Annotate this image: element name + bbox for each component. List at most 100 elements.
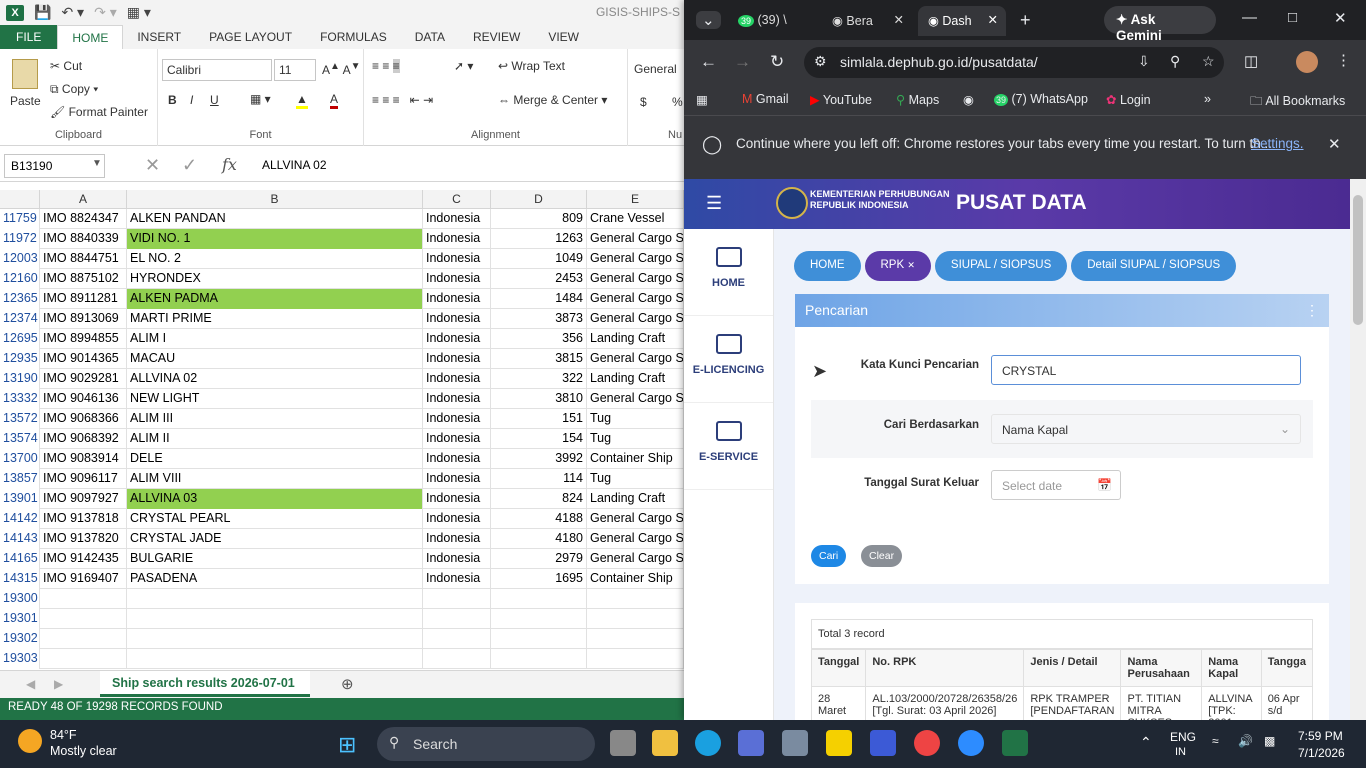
tab-search-icon[interactable]: ⌄ xyxy=(696,11,721,29)
table-row[interactable]: 13700 IMO 9083914 DELE Indonesia 3992 Contain… xyxy=(0,449,684,469)
cell-d[interactable] xyxy=(491,589,587,609)
tab-file[interactable]: FILE xyxy=(0,25,58,49)
font-color-icon[interactable]: A xyxy=(330,92,339,109)
crumb-detail-siupal[interactable]: Detail SIUPAL / SIOPSUS xyxy=(1071,251,1237,281)
zoom-app-icon[interactable] xyxy=(958,730,984,756)
row-header[interactable]: 13857 xyxy=(0,469,40,489)
cell-b[interactable]: CRYSTAL PEARL xyxy=(127,509,423,529)
globe-icon[interactable]: ◉ xyxy=(963,92,974,107)
table-row[interactable]: 19302 xyxy=(0,629,684,649)
app-icon[interactable] xyxy=(738,730,764,756)
column-header-c[interactable]: C xyxy=(423,190,491,209)
table-row[interactable]: 13332 IMO 9046136 NEW LIGHT Indonesia 3810 Ge… xyxy=(0,389,684,409)
table-row[interactable]: 13190 IMO 9029281 ALLVINA 02 Indonesia 322 La… xyxy=(0,369,684,389)
cell-c[interactable]: Indonesia xyxy=(423,429,491,449)
row-header[interactable]: 14143 xyxy=(0,529,40,549)
cell-e[interactable] xyxy=(587,589,684,609)
cell-d[interactable]: 3815 xyxy=(491,349,587,369)
copy-button[interactable]: ⧉ Copy ▾ xyxy=(50,82,98,97)
cell-e[interactable]: General Cargo S xyxy=(587,269,684,289)
cell-e[interactable]: General Cargo S xyxy=(587,509,684,529)
weather-desc[interactable]: Mostly clear xyxy=(50,744,117,758)
cell-d[interactable]: 4180 xyxy=(491,529,587,549)
crumb-rpk[interactable]: RPK ✕ xyxy=(864,251,931,281)
tab-whatsapp[interactable]: 39 (39) \ xyxy=(728,6,816,36)
cell-b[interactable] xyxy=(127,609,423,629)
profile-avatar[interactable] xyxy=(1296,51,1318,73)
cell-b[interactable]: MARTI PRIME xyxy=(127,309,423,329)
clock-time[interactable]: 7:59 PM xyxy=(1298,729,1343,743)
taskbar-search[interactable]: ⚲ Search xyxy=(377,727,595,761)
table-row[interactable]: 12160 IMO 8875102 HYRONDEX Indonesia 2453 Gen… xyxy=(0,269,684,289)
cell-d[interactable]: 809 xyxy=(491,209,587,229)
table-row[interactable]: 28 Maret AL.103/2000/20728/26358/26 [Tgl… xyxy=(810,686,1314,720)
cell-b[interactable]: EL NO. 2 xyxy=(127,249,423,269)
ask-gemini-button[interactable]: ✦ Ask Gemini xyxy=(1104,6,1216,43)
cell-d[interactable]: 1049 xyxy=(491,249,587,269)
row-header[interactable]: 13901 xyxy=(0,489,40,509)
windows-start-icon[interactable]: ⊞ xyxy=(338,732,356,758)
page-scrollbar[interactable] xyxy=(1350,179,1366,720)
cell-a[interactable]: IMO 9137818 xyxy=(40,509,127,529)
cell-c[interactable]: Indonesia xyxy=(423,389,491,409)
chevron-down-icon[interactable]: ▼ xyxy=(92,158,102,169)
redo-icon[interactable]: ↷ ▾ xyxy=(94,4,117,21)
format-painter-button[interactable]: 🖌 Format Painter xyxy=(50,105,148,119)
number-format-select[interactable]: General xyxy=(634,62,677,76)
sheet-tab[interactable]: Ship search results 2026-07-01 xyxy=(100,671,310,697)
table-row[interactable]: 19301 xyxy=(0,609,684,629)
cell-c[interactable]: Indonesia xyxy=(423,309,491,329)
cell-b[interactable]: ALKEN PADMA xyxy=(127,289,423,309)
align-top-icon[interactable]: ≡ ≡ ≡ xyxy=(372,59,400,73)
cell-a[interactable] xyxy=(40,609,127,629)
crumb-home[interactable]: HOME xyxy=(794,251,861,281)
cell-b[interactable]: ALIM VIII xyxy=(127,469,423,489)
cell-b[interactable] xyxy=(127,649,423,669)
cut-button[interactable]: ✂ Cut xyxy=(50,59,82,73)
minimize-icon[interactable]: — xyxy=(1242,9,1257,26)
cell-c[interactable] xyxy=(423,629,491,649)
cell-d[interactable]: 2453 xyxy=(491,269,587,289)
clear-button[interactable]: Clear xyxy=(861,545,903,567)
weather-temp[interactable]: 84°F xyxy=(50,728,77,742)
cell-a[interactable]: IMO 9029281 xyxy=(40,369,127,389)
file-explorer-icon[interactable] xyxy=(652,730,678,756)
cell-e[interactable]: Landing Craft xyxy=(587,329,684,349)
battery-icon[interactable]: ▩ xyxy=(1264,734,1275,748)
cell-d[interactable]: 1695 xyxy=(491,569,587,589)
cell-e[interactable]: General Cargo S xyxy=(587,349,684,369)
cell-b[interactable]: DELE xyxy=(127,449,423,469)
wifi-icon[interactable]: ≈ xyxy=(1212,734,1219,748)
cell-b[interactable]: ALKEN PANDAN xyxy=(127,209,423,229)
function-icon[interactable]: fx xyxy=(222,155,237,174)
row-header[interactable]: 13700 xyxy=(0,449,40,469)
chevron-up-icon[interactable]: ⌃ xyxy=(1140,734,1152,751)
row-header[interactable]: 14165 xyxy=(0,549,40,569)
settings-link[interactable]: Settings. xyxy=(1251,136,1304,151)
cell-e[interactable]: Container Ship xyxy=(587,449,684,469)
save-icon[interactable]: 💾 xyxy=(34,4,51,21)
cell-c[interactable]: Indonesia xyxy=(423,269,491,289)
align-left-icon[interactable]: ≡ ≡ ≡ ⇤ ⇥ xyxy=(372,93,433,107)
table-row[interactable]: 14143 IMO 9137820 CRYSTAL JADE Indonesia 418… xyxy=(0,529,684,549)
cell-a[interactable]: IMO 8994855 xyxy=(40,329,127,349)
cell-a[interactable]: IMO 8844751 xyxy=(40,249,127,269)
clock-date[interactable]: 7/1/2026 xyxy=(1298,746,1345,760)
tab-insert[interactable]: INSERT xyxy=(123,25,195,49)
cell-d[interactable]: 3992 xyxy=(491,449,587,469)
merge-center-button[interactable]: ⇔ Merge & Center ▾ xyxy=(498,93,607,107)
cell-b[interactable]: MACAU xyxy=(127,349,423,369)
cell-e[interactable]: General Cargo S xyxy=(587,309,684,329)
table-row[interactable]: 14142 IMO 9137818 CRYSTAL PEARL Indonesia 41… xyxy=(0,509,684,529)
address-bar[interactable]: ⚙ simlala.dephub.go.id/pusatdata/ ⇩ ⚲ ☆ xyxy=(804,47,1224,78)
app-icon[interactable] xyxy=(870,730,896,756)
cell-d[interactable]: 322 xyxy=(491,369,587,389)
border-icon[interactable]: ▦ ▾ xyxy=(250,92,271,106)
reload-icon[interactable]: ↻ xyxy=(770,52,784,72)
extensions-icon[interactable]: ◫ xyxy=(1244,52,1258,70)
cell-a[interactable]: IMO 9142435 xyxy=(40,549,127,569)
cell-d[interactable]: 114 xyxy=(491,469,587,489)
cell-c[interactable]: Indonesia xyxy=(423,489,491,509)
row-header[interactable]: 12935 xyxy=(0,349,40,369)
cell-a[interactable]: IMO 8911281 xyxy=(40,289,127,309)
